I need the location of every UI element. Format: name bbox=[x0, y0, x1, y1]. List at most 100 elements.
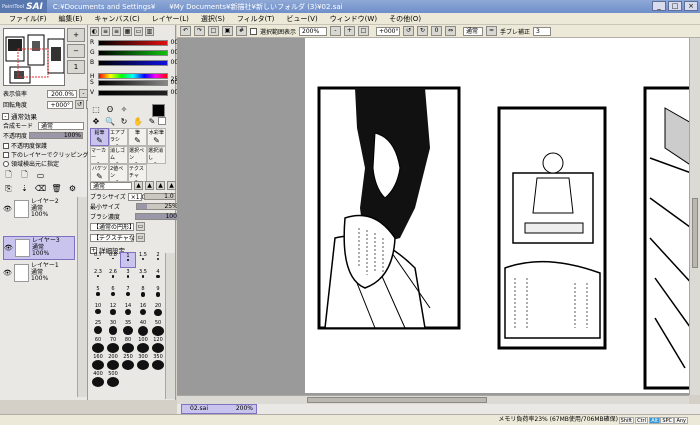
copy-layer-icon[interactable]: ⎘ bbox=[3, 183, 14, 194]
vertical-scroll-thumb[interactable] bbox=[692, 198, 698, 268]
brush-tool-1[interactable]: エアブラシ✎ bbox=[109, 128, 128, 146]
stabilizer-select[interactable]: 3 bbox=[533, 26, 552, 36]
lasso-icon[interactable]: ʘ bbox=[104, 103, 116, 115]
brush-tool-4[interactable]: マーカー✎ bbox=[90, 146, 109, 164]
brush-size-preset[interactable]: 70 bbox=[105, 337, 121, 353]
color-channel-slider[interactable] bbox=[98, 49, 168, 56]
brush-size-preset[interactable]: 120 bbox=[150, 337, 166, 353]
zoom-out-toolbar-button[interactable]: - bbox=[330, 26, 342, 36]
brush-size-preset[interactable]: 14 bbox=[120, 303, 136, 319]
checkbox[interactable] bbox=[3, 151, 9, 158]
redo-button[interactable]: ↷ bbox=[194, 26, 205, 36]
brush-size-preset[interactable]: 3 bbox=[120, 269, 136, 285]
menu-layer[interactable]: レイヤー(L) bbox=[146, 14, 195, 24]
color-channel-slider[interactable] bbox=[98, 39, 168, 46]
zoom-in-toolbar-button[interactable]: + bbox=[344, 26, 356, 36]
show-selection-checkbox[interactable] bbox=[250, 27, 257, 35]
zoom-out-button[interactable]: − bbox=[67, 44, 85, 58]
layer-item-2[interactable]: 👁 レイヤー2 通常 100% bbox=[3, 197, 75, 221]
layer-property-icon[interactable]: ⚙ bbox=[67, 183, 78, 194]
close-button[interactable]: × bbox=[684, 1, 698, 11]
rotate-icon[interactable]: ↻ bbox=[118, 115, 130, 127]
new-folder-icon[interactable]: ▭ bbox=[35, 170, 46, 181]
zoom-select[interactable]: 200% bbox=[299, 26, 328, 36]
rotate-reset-toolbar-button[interactable]: 0 bbox=[431, 26, 443, 36]
brush-size-multiplier[interactable]: ×1.0 bbox=[127, 192, 145, 201]
brush-size-preset[interactable]: 1 bbox=[120, 252, 136, 268]
texture-settings-icon[interactable]: ▭ bbox=[136, 233, 145, 242]
secondary-color-swatch[interactable] bbox=[158, 117, 166, 125]
brush-tool-10[interactable]: テクスチャ✎ bbox=[128, 164, 147, 182]
new-linework-layer-icon[interactable]: 🗋 bbox=[19, 170, 30, 181]
brush-size-preset[interactable]: 300 bbox=[135, 354, 151, 370]
color-wheel-icon[interactable]: ◐ bbox=[90, 27, 99, 36]
brush-size-preset[interactable]: 2 bbox=[150, 252, 166, 268]
rect-select-icon[interactable]: ⬚ bbox=[90, 103, 102, 115]
layer-item-1[interactable]: 👁 レイヤー1 通常 100% bbox=[3, 261, 75, 285]
menu-window[interactable]: ウィンドウ(W) bbox=[324, 14, 383, 24]
brush-size-preset[interactable]: 30 bbox=[105, 320, 121, 336]
brush-size-preset[interactable]: 16 bbox=[135, 303, 151, 319]
canvas-paper[interactable] bbox=[305, 38, 689, 393]
brush-size-preset[interactable]: 350 bbox=[150, 354, 166, 370]
invert-select-button[interactable]: ▣ bbox=[222, 26, 233, 36]
brush-mode-select[interactable]: 通常 bbox=[90, 181, 132, 190]
brush-size-preset[interactable]: 35 bbox=[120, 320, 136, 336]
rotate-left-toolbar-button[interactable]: ↺ bbox=[403, 26, 415, 36]
brush-size-preset[interactable]: 25 bbox=[90, 320, 106, 336]
preserve-opacity-check[interactable]: 不透明度保護 bbox=[3, 141, 47, 150]
clear-layer-icon[interactable]: ⌫ bbox=[35, 183, 46, 194]
brush-size-preset[interactable]: 4 bbox=[150, 269, 166, 285]
brush-size-preset[interactable]: 6 bbox=[105, 286, 121, 302]
stabilizer-icon[interactable]: ≈ bbox=[486, 26, 498, 36]
brush-tool-9[interactable]: 2値ペン✎ bbox=[109, 164, 128, 182]
color-channel-slider[interactable] bbox=[98, 59, 168, 66]
brush-size-preset[interactable]: 9 bbox=[150, 286, 166, 302]
brush-size-preset[interactable]: 3.5 bbox=[135, 269, 151, 285]
menu-edit[interactable]: 編集(E) bbox=[53, 14, 89, 24]
primary-color-swatch[interactable] bbox=[152, 104, 165, 117]
brush-tool-3[interactable]: 水彩筆 ✎ bbox=[147, 128, 166, 146]
brush-size-preset[interactable]: 60 bbox=[90, 337, 106, 353]
brush-texture-select[interactable]: 【テクスチャなし】 bbox=[90, 233, 147, 242]
menu-canvas[interactable]: キャンバス(C) bbox=[88, 14, 145, 24]
brush-size-preset[interactable]: 8 bbox=[135, 286, 151, 302]
eye-icon[interactable]: 👁 bbox=[4, 244, 13, 253]
layer-item-3[interactable]: 👁 レイヤー3 通常 100% bbox=[3, 236, 75, 260]
minimize-button[interactable]: _ bbox=[652, 1, 666, 11]
brush-size-preset[interactable]: 20 bbox=[150, 303, 166, 319]
delete-layer-icon[interactable]: 🗑 bbox=[51, 183, 62, 194]
brush-size-preset[interactable]: 12 bbox=[105, 303, 121, 319]
rgb-slider-icon[interactable]: ≡ bbox=[101, 27, 110, 36]
shape-1-icon[interactable]: ▲ bbox=[134, 181, 143, 190]
zoom-icon[interactable]: 🔍 bbox=[104, 115, 116, 127]
clipping-check[interactable]: 下のレイヤーでクリッピング bbox=[3, 150, 88, 159]
density-slider[interactable]: 100 bbox=[134, 213, 179, 220]
canvas-area[interactable] bbox=[177, 38, 689, 395]
zoom-field[interactable]: 200.0% bbox=[47, 89, 78, 98]
hand-icon[interactable]: ✋ bbox=[132, 115, 144, 127]
zoom-down-button[interactable]: - bbox=[79, 89, 89, 98]
brush-tool-5[interactable]: 消しゴム✎ bbox=[109, 146, 128, 164]
brush-tool-2[interactable]: 筆 ✎ bbox=[128, 128, 147, 146]
color-channel-slider[interactable] bbox=[98, 79, 168, 86]
angle-select[interactable]: +000° bbox=[376, 26, 401, 36]
brush-size-preset[interactable]: 50 bbox=[150, 320, 166, 336]
brush-size-scrollbar[interactable] bbox=[165, 253, 175, 399]
detect-source-check[interactable]: 領域検出元に指定 bbox=[3, 159, 59, 168]
radio[interactable] bbox=[3, 160, 9, 167]
brush-size-preset[interactable]: 10 bbox=[90, 303, 106, 319]
eye-icon[interactable]: 👁 bbox=[3, 269, 12, 278]
zoom-in-button[interactable]: + bbox=[67, 28, 85, 42]
min-size-slider[interactable]: 25% bbox=[135, 203, 180, 210]
brush-size-preset[interactable]: 200 bbox=[105, 354, 121, 370]
canvas-horizontal-scrollbar[interactable] bbox=[177, 395, 689, 404]
color-channel-slider[interactable] bbox=[98, 89, 168, 96]
eye-icon[interactable]: 👁 bbox=[3, 205, 12, 214]
merge-down-icon[interactable]: ⇣ bbox=[19, 183, 30, 194]
brush-size-slider[interactable]: 1.0 bbox=[143, 193, 176, 200]
brush-tool-8[interactable]: バケツ ✎ bbox=[90, 164, 109, 182]
magic-wand-icon[interactable]: ✧ bbox=[118, 103, 130, 115]
brush-edge-select[interactable]: 【通常の円形】 bbox=[90, 222, 135, 231]
opacity-slider[interactable]: 100% bbox=[29, 132, 84, 139]
